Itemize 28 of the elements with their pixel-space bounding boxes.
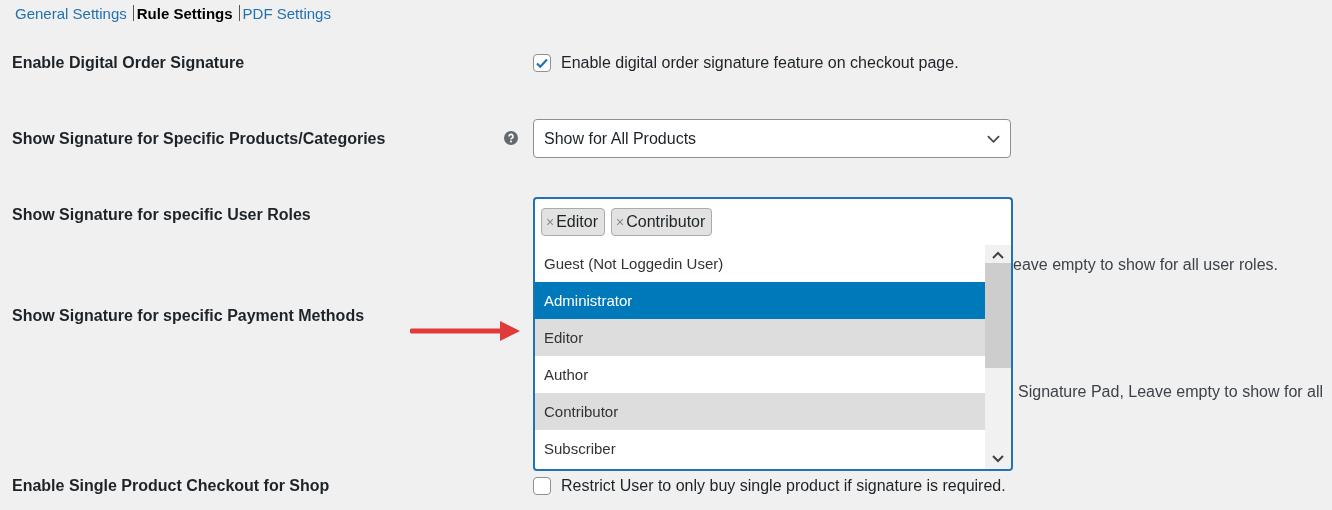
description-text: Signature Pad, Leave empty to show for all (1018, 383, 1325, 401)
checkbox-label: Enable digital order signature feature on checkout page. (561, 53, 959, 73)
dropdown-option[interactable]: Guest (Not Loggedin User) (535, 245, 985, 282)
scroll-down-icon[interactable] (992, 455, 1004, 463)
settings-tab[interactable]: General Settings (15, 4, 127, 22)
setting-label: Enable Single Product Checkout for Shop (12, 476, 330, 496)
setting-label: Show Signature for specific User Roles (12, 205, 311, 225)
dropdown-option[interactable]: Editor (535, 319, 985, 356)
checkbox[interactable] (533, 477, 551, 495)
settings-tab[interactable]: PDF Settings (242, 4, 331, 22)
dropdown-option[interactable]: Administrator (535, 282, 985, 319)
description-text: eave empty to show for all user roles. (1013, 256, 1279, 274)
scroll-up-icon[interactable] (992, 251, 1004, 259)
setting-label: Show Signature for Specific Products/Categories (12, 129, 386, 149)
chevron-down-icon (987, 134, 1000, 143)
setting-label: Enable Digital Order Signature (12, 53, 245, 73)
setting-label: Show Signature for specific Payment Methods (12, 306, 365, 326)
checkbox-label: Restrict User to only buy single product if signature is required. (561, 476, 1006, 496)
scrollbar[interactable] (985, 245, 1011, 469)
role-tag: ×Contributor (611, 208, 713, 236)
role-tag: ×Editor (541, 208, 605, 236)
dropdown-option[interactable]: Subscriber (535, 430, 985, 467)
dropdown-option[interactable]: Contributor (535, 393, 985, 430)
products-select[interactable]: Show for All Products (533, 119, 1011, 158)
dropdown-option[interactable]: Author (535, 356, 985, 393)
settings-tab[interactable]: Rule Settings (136, 4, 233, 22)
help-icon[interactable] (504, 131, 518, 145)
checkbox[interactable] (533, 54, 551, 72)
